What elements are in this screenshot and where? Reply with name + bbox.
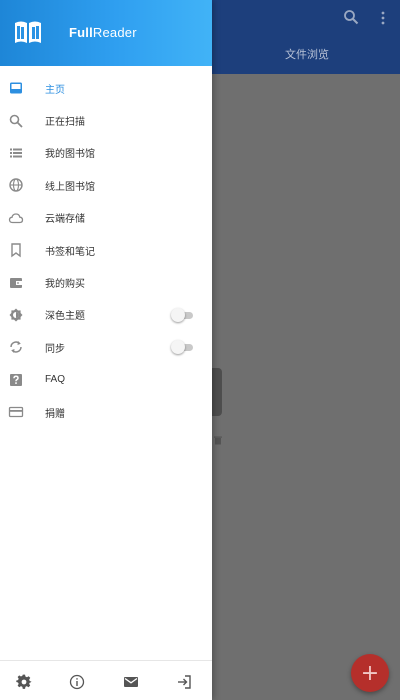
toggle-thumb xyxy=(171,307,185,322)
mail-icon[interactable] xyxy=(123,674,139,690)
menu-item-sync[interactable]: 同步 xyxy=(0,331,212,363)
menu-label: FAQ xyxy=(45,374,66,386)
sync-toggle[interactable] xyxy=(171,340,195,355)
tab-file-browser[interactable]: 文件浏览 xyxy=(262,46,352,62)
menu-item-my-library[interactable]: 我的图书馆 xyxy=(0,137,212,169)
menu-item-online-library[interactable]: 线上图书馆 xyxy=(0,169,212,201)
menu-label: 主页 xyxy=(45,84,65,96)
globe-icon xyxy=(9,178,23,193)
menu-item-home[interactable]: 主页 xyxy=(0,72,212,104)
menu-label: 书签和笔记 xyxy=(45,246,95,258)
menu-item-my-purchases[interactable]: 我的购买 xyxy=(0,266,212,298)
add-fab-button[interactable]: + xyxy=(351,654,389,692)
menu-label: 正在扫描 xyxy=(45,117,85,129)
cloud-icon xyxy=(8,213,24,223)
menu-item-donate[interactable]: 捐赠 xyxy=(0,396,212,428)
menu-label: 云端存储 xyxy=(45,214,85,226)
book-logo-icon xyxy=(15,21,41,43)
app-title-bold: Full xyxy=(69,25,93,40)
menu-label: 深色主题 xyxy=(45,311,85,323)
help-icon xyxy=(10,373,22,386)
exit-icon[interactable] xyxy=(176,674,192,690)
dark-theme-toggle[interactable] xyxy=(171,307,195,322)
search-icon[interactable] xyxy=(343,9,359,25)
menu-item-faq[interactable]: FAQ xyxy=(0,364,212,396)
search-icon xyxy=(9,114,23,128)
info-icon[interactable] xyxy=(69,674,85,690)
menu-label: 线上图书馆 xyxy=(45,181,95,193)
menu-item-cloud-storage[interactable]: 云端存储 xyxy=(0,202,212,234)
more-vert-icon[interactable] xyxy=(378,10,388,26)
drawer-header: FullReader xyxy=(0,0,212,66)
trash-icon xyxy=(214,436,222,445)
wallet-icon xyxy=(10,277,22,288)
app-title-rest: Reader xyxy=(92,25,137,40)
menu-label: 同步 xyxy=(45,343,65,355)
menu-label: 我的购买 xyxy=(45,279,85,291)
toggle-thumb xyxy=(171,340,185,355)
drawer-menu: 主页 正在扫描 我的图书馆 线上图书馆 云端存储 书签和笔记 我的购买 深色主题… xyxy=(0,72,212,428)
list-icon xyxy=(10,148,22,158)
drawer-footer xyxy=(0,660,212,700)
brightness-icon xyxy=(9,308,23,322)
menu-label: 我的图书馆 xyxy=(45,149,95,161)
credit-card-icon xyxy=(8,406,24,418)
menu-item-dark-theme[interactable]: 深色主题 xyxy=(0,299,212,331)
sync-icon xyxy=(10,341,22,354)
bookmark-icon xyxy=(11,243,21,258)
navigation-drawer: FullReader 主页 正在扫描 我的图书馆 线上图书馆 云端存储 书签和笔… xyxy=(0,0,212,700)
empty-state-illustration xyxy=(212,368,222,416)
menu-item-scanning[interactable]: 正在扫描 xyxy=(0,104,212,136)
menu-label: 捐赠 xyxy=(45,408,65,420)
inbox-icon xyxy=(10,82,22,94)
menu-item-bookmarks-notes[interactable]: 书签和笔记 xyxy=(0,234,212,266)
settings-icon[interactable] xyxy=(16,674,32,690)
app-title: FullReader xyxy=(69,25,137,40)
